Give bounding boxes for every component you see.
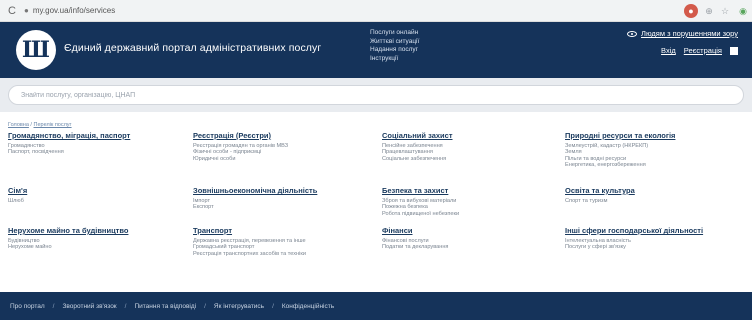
- category-title[interactable]: Нерухоме майно та будівництво: [8, 226, 183, 235]
- category-block: Транспорт Державна реєстрація, перевезен…: [193, 226, 368, 257]
- reload-icon[interactable]: C: [2, 5, 22, 17]
- category-title[interactable]: Транспорт: [193, 226, 368, 235]
- category-block: Освіта та культура Спорт та туризм: [565, 186, 740, 204]
- category-title[interactable]: Безпека та захист: [382, 186, 557, 195]
- category-item[interactable]: Експорт: [193, 204, 368, 210]
- category-block: Соціальний захист Пенсійне забезпечення …: [382, 131, 557, 162]
- category-item[interactable]: Нерухоме майно: [8, 244, 183, 250]
- site-footer: Про портал / Зворотний зв'язок / Питання…: [0, 292, 752, 320]
- category-item[interactable]: Робота підвищеної небезпеки: [382, 211, 557, 217]
- category-item[interactable]: Послуги у сфері зв'язку: [565, 244, 740, 250]
- category-title[interactable]: Природні ресурси та екологія: [565, 131, 740, 140]
- category-title[interactable]: Фінанси: [382, 226, 557, 235]
- browser-toolbar: C ● my.gov.ua/info/services ● ⊕ ☆ ◉: [0, 0, 752, 22]
- category-item[interactable]: Соціальне забезпечення: [382, 156, 557, 162]
- site-header: Ш Єдиний державний портал адміністративн…: [0, 22, 752, 78]
- nav-instructions[interactable]: Інструкції: [370, 55, 419, 64]
- category-item[interactable]: Юридичні особи: [193, 156, 368, 162]
- category-item[interactable]: Паспорт, посвідчення: [8, 149, 183, 155]
- breadcrumb-current[interactable]: Перелік послуг: [34, 122, 72, 128]
- category-block: Фінанси Фінансові послуги Податки та дек…: [382, 226, 557, 251]
- site-title[interactable]: Єдиний державний портал адміністративних…: [64, 42, 321, 54]
- category-block: Природні ресурси та екологія Землеустрій…: [565, 131, 740, 169]
- search-bar-area: [0, 78, 752, 112]
- category-item[interactable]: Податки та декларування: [382, 244, 557, 250]
- footer-link-faq[interactable]: Питання та відповіді: [134, 303, 196, 310]
- nav-service-provision[interactable]: Надання послуг: [370, 46, 419, 55]
- nav-online-services[interactable]: Послуги онлайн: [370, 29, 419, 38]
- login-link[interactable]: Вхід: [661, 46, 676, 55]
- footer-link-feedback[interactable]: Зворотний зв'язок: [62, 303, 116, 310]
- zoom-icon[interactable]: ⊕: [702, 4, 716, 18]
- category-item[interactable]: Спорт та туризм: [565, 198, 740, 204]
- trident-logo[interactable]: Ш: [16, 30, 56, 70]
- category-block: Інші сфери господарської діяльності Інте…: [565, 226, 740, 251]
- search-input[interactable]: [8, 85, 744, 105]
- register-link[interactable]: Реєстрація: [684, 46, 722, 55]
- footer-link-integration[interactable]: Як інтегруватись: [214, 303, 264, 310]
- extension-icon[interactable]: ●: [684, 4, 698, 18]
- low-vision-link[interactable]: Людям з порушеннями зору: [627, 29, 738, 38]
- bookmark-icon[interactable]: ☆: [718, 4, 732, 18]
- category-block: Громадянство, міграція, паспорт Громадян…: [8, 131, 183, 156]
- menu-icon[interactable]: [730, 46, 738, 55]
- category-block: Сім'я Шлюб: [8, 186, 183, 204]
- address-bar[interactable]: my.gov.ua/info/services: [33, 6, 115, 15]
- category-title[interactable]: Сім'я: [8, 186, 183, 195]
- header-nav: Послуги онлайн Життєві ситуації Надання …: [370, 29, 419, 63]
- category-item[interactable]: Енергетика, енергозбереження: [565, 162, 740, 168]
- breadcrumb: Головна / Перелік послуг: [8, 122, 72, 128]
- category-title[interactable]: Соціальний захист: [382, 131, 557, 140]
- footer-link-about[interactable]: Про портал: [10, 303, 45, 310]
- trident-icon: Ш: [22, 37, 50, 63]
- breadcrumb-home[interactable]: Головна: [8, 122, 29, 128]
- category-block: Реєстрація (Реєстри) Реєстрація громадян…: [193, 131, 368, 162]
- category-block: Зовнішньоекономічна діяльність Імпорт Ек…: [193, 186, 368, 211]
- category-item[interactable]: Реєстрація транспортних засобів та техні…: [193, 251, 368, 257]
- category-title[interactable]: Освіта та культура: [565, 186, 740, 195]
- lock-icon: ●: [24, 6, 29, 15]
- header-actions: Людям з порушеннями зору Вхід Реєстрація: [627, 29, 738, 55]
- footer-link-privacy[interactable]: Конфіденційність: [282, 303, 334, 310]
- shield-icon[interactable]: ◉: [736, 4, 750, 18]
- category-block: Безпека та захист Зброя та вибухові мате…: [382, 186, 557, 217]
- category-title[interactable]: Інші сфери господарської діяльності: [565, 226, 740, 235]
- nav-life-situations[interactable]: Життєві ситуації: [370, 38, 419, 47]
- category-block: Нерухоме майно та будівництво Будівництв…: [8, 226, 183, 251]
- category-title[interactable]: Реєстрація (Реєстри): [193, 131, 368, 140]
- category-item[interactable]: Шлюб: [8, 198, 183, 204]
- eye-icon: [627, 30, 638, 37]
- category-title[interactable]: Громадянство, міграція, паспорт: [8, 131, 183, 140]
- category-title[interactable]: Зовнішньоекономічна діяльність: [193, 186, 368, 195]
